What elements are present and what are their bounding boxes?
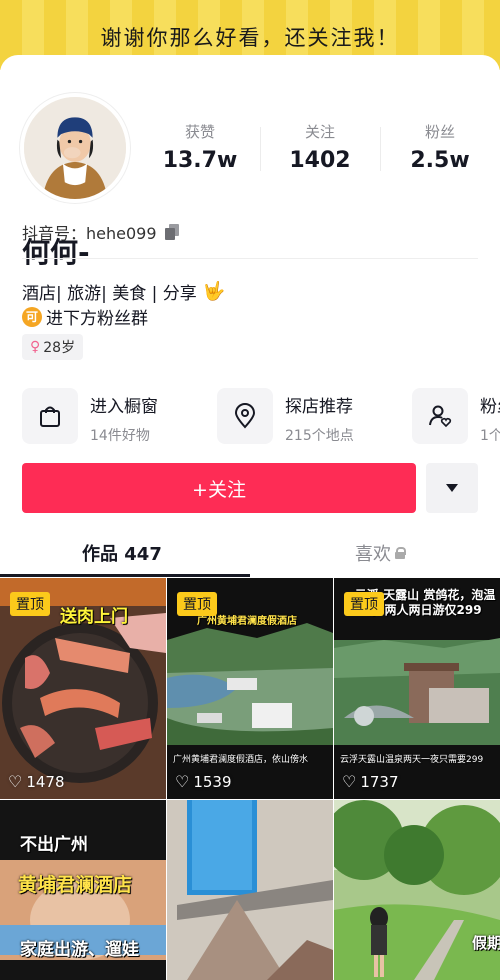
heart-outline-icon: ♡ — [175, 772, 190, 791]
stat-value: 1402 — [289, 148, 351, 173]
video-tile[interactable] — [167, 800, 333, 980]
lock-icon — [395, 547, 406, 559]
female-icon: ♀ — [30, 339, 41, 355]
avatar-image — [24, 97, 126, 199]
stat-value: 13.7w — [162, 148, 238, 173]
avatar[interactable] — [20, 93, 130, 203]
rock-hand-icon: 🤟 — [202, 281, 226, 302]
video-thumbnail — [334, 800, 500, 980]
pinned-badge: 置顶 — [344, 592, 384, 616]
like-count-text: 1737 — [360, 772, 399, 791]
heart-outline-icon: ♡ — [8, 772, 23, 791]
tab-underline — [0, 574, 250, 577]
video-tile[interactable]: 送肉上门 置顶 ♡ 1478 — [0, 578, 166, 799]
tab-works[interactable]: 作品 447 — [82, 540, 162, 566]
like-count-text: 1539 — [193, 772, 232, 791]
heart-outline-icon: ♡ — [342, 772, 357, 791]
ke-badge-icon: 可 — [22, 306, 42, 327]
video-tile[interactable]: 广州黄埔君澜度假酒店 置顶 广州黄埔君澜度假酒店，依山傍水 ♡ 1539 — [167, 578, 333, 799]
video-caption: 云浮天露山温泉两天一夜只需要299 — [340, 755, 484, 765]
stat-likes[interactable]: 获赞 13.7w — [140, 121, 260, 181]
stat-followers[interactable]: 粉丝 2.5w — [380, 121, 500, 181]
more-dropdown-button[interactable] — [426, 463, 478, 513]
pinned-badge: 置顶 — [177, 592, 217, 616]
follow-button[interactable]: +关注 — [22, 463, 416, 513]
tab-likes-label: 喜欢 — [355, 544, 391, 565]
bio-text: 酒店| 旅游| 美食 | 分享 — [22, 284, 197, 304]
feature-subtitle: 1个 — [480, 428, 500, 444]
video-thumbnail — [167, 800, 333, 980]
copy-icon[interactable] — [164, 224, 181, 240]
age-badge: ♀ 28岁 — [22, 334, 84, 360]
video-overlay-text: 送肉上门 — [60, 607, 128, 627]
video-like-count: ♡ 1737 — [342, 772, 399, 791]
feature-title: 进入橱窗 — [90, 397, 158, 417]
feature-title: 粉丝 — [480, 397, 500, 417]
like-count-text: 1478 — [26, 772, 65, 791]
video-overlay-text: 家庭出游、遛娃 — [20, 940, 139, 960]
feature-fans-group[interactable]: 粉丝 1个 — [412, 388, 500, 445]
stat-label: 获赞 — [184, 123, 215, 141]
pinned-badge: 置顶 — [10, 592, 50, 616]
stats-row: 获赞 13.7w 关注 1402 粉丝 2.5w — [140, 121, 500, 181]
fans-group-icon — [412, 388, 468, 444]
video-overlay-text: 黄埔君澜酒店 — [18, 874, 133, 896]
bio-line-1: 酒店| 旅游| 美食 | 分享 🤟 — [22, 279, 225, 304]
stat-following[interactable]: 关注 1402 — [260, 121, 380, 181]
stat-label: 关注 — [304, 123, 335, 141]
video-like-count: ♡ 1539 — [175, 772, 232, 791]
video-caption: 广州黄埔君澜度假酒店，依山傍水 — [173, 755, 309, 765]
shopping-bag-icon — [22, 388, 78, 444]
video-overlay-text: 假期 — [472, 934, 500, 952]
feature-title: 探店推荐 — [285, 397, 353, 417]
video-grid: 送肉上门 置顶 ♡ 1478 广州黄埔君澜度假酒店 置顶 广州黄埔君澜度假酒店，… — [0, 578, 500, 980]
feature-store-recommend[interactable]: 探店推荐 215个地点 — [217, 388, 407, 445]
stat-label: 粉丝 — [424, 123, 455, 141]
bio-text: 进下方粉丝群 — [46, 309, 148, 329]
banner-text: 谢谢你那么好看，还关注我！ — [100, 26, 400, 50]
tab-likes[interactable]: 喜欢 — [355, 540, 406, 566]
age-text: 28岁 — [43, 340, 76, 356]
triangle-down-icon — [446, 484, 458, 492]
bio-line-2: 可 进下方粉丝群 — [22, 304, 148, 329]
feature-row: 进入橱窗 14件好物 探店推荐 215个地点 粉丝 1个 — [22, 388, 500, 448]
video-tile[interactable]: 云浮.天露山 赏鸽花，泡温泉 两人两日游仅299 置顶 云浮天露山温泉两天一夜只… — [334, 578, 500, 799]
feature-subtitle: 215个地点 — [285, 428, 354, 444]
video-like-count: ♡ 1478 — [8, 772, 65, 791]
feature-shop-window[interactable]: 进入橱窗 14件好物 — [22, 388, 212, 445]
stat-value: 2.5w — [410, 148, 470, 173]
divider — [22, 258, 478, 259]
video-overlay-text: 不出广州 — [20, 835, 88, 855]
location-pin-icon — [217, 388, 273, 444]
video-tile[interactable]: 不出广州 黄埔君澜酒店 家庭出游、遛娃 — [0, 800, 166, 980]
video-tile[interactable]: 假期 — [334, 800, 500, 980]
content-tabs: 作品 447 喜欢 — [0, 530, 500, 578]
douyin-id: 抖音号：hehe099 — [22, 220, 181, 244]
douyin-id-text: 抖音号：hehe099 — [22, 224, 157, 243]
feature-subtitle: 14件好物 — [90, 428, 150, 444]
